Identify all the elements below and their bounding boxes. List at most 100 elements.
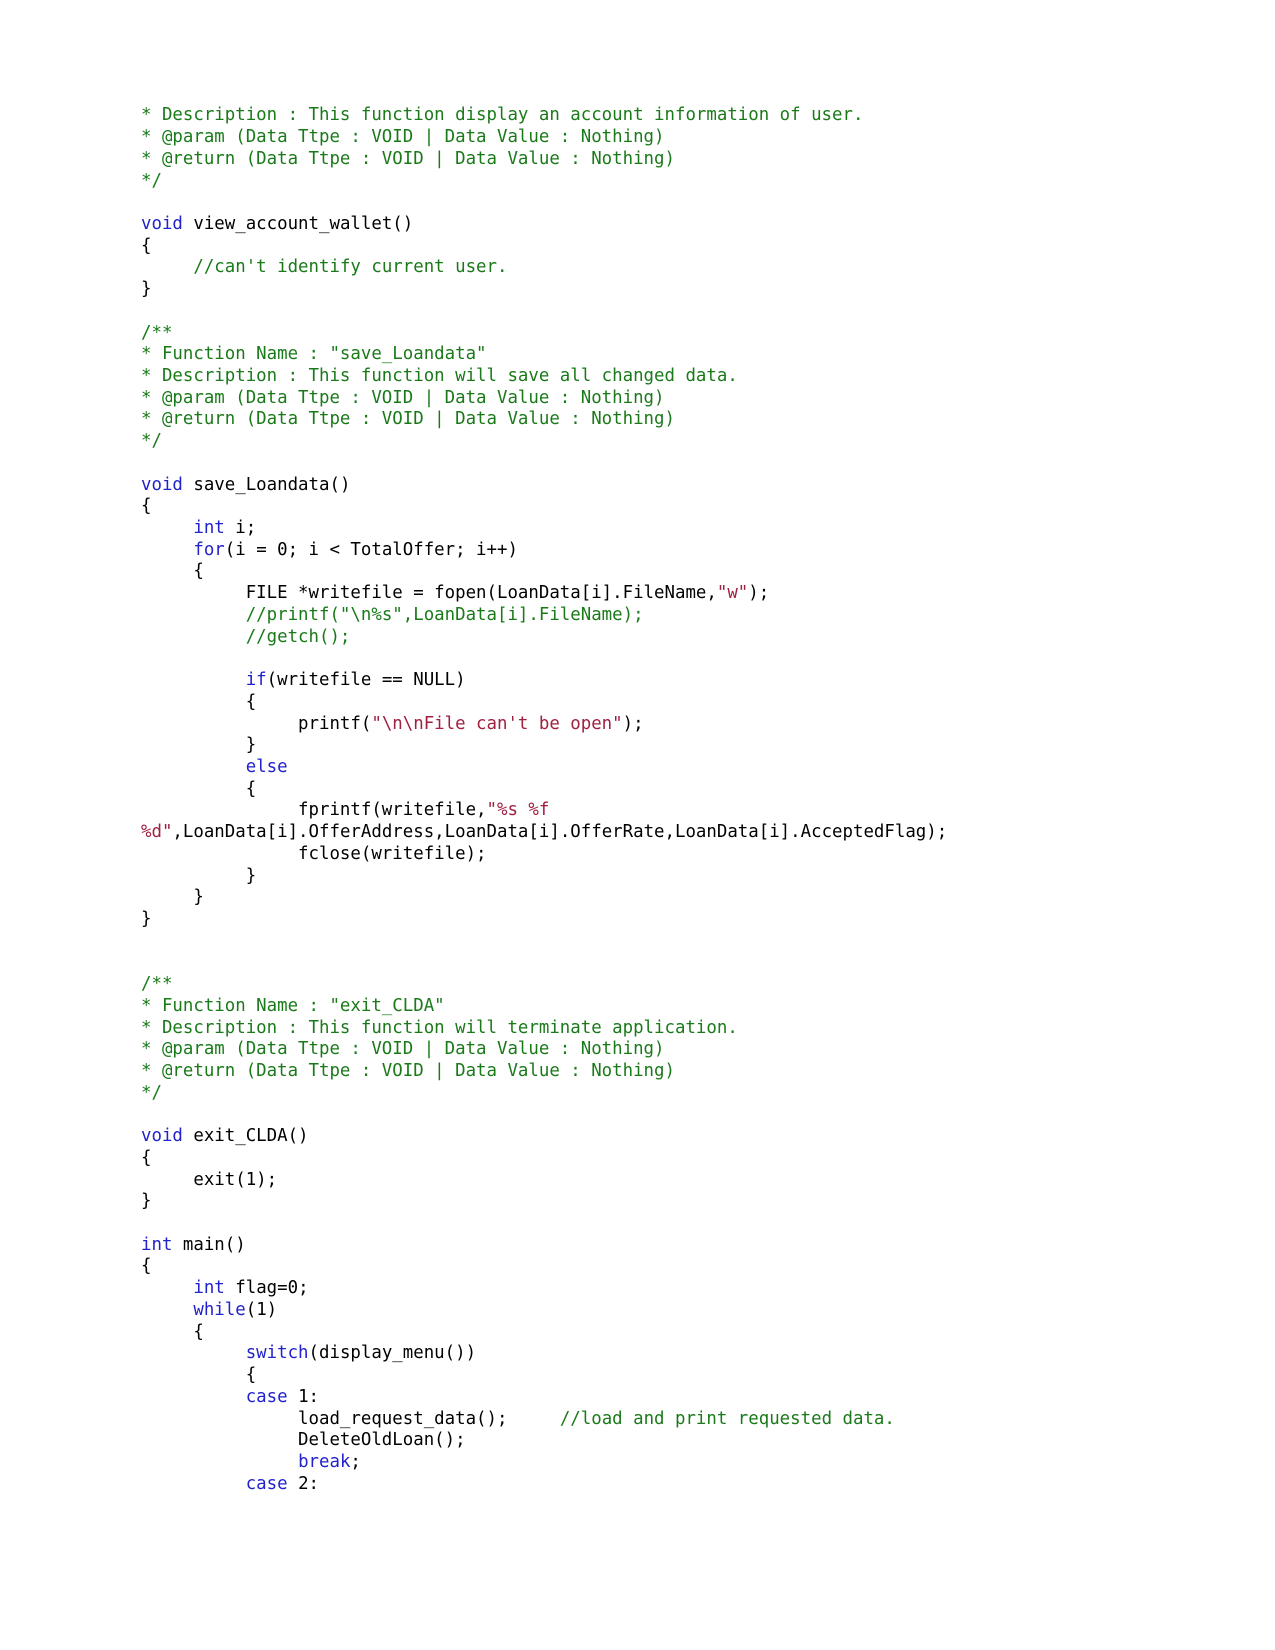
code-line: }: [141, 735, 1141, 757]
code-string: "w": [716, 583, 749, 604]
code-line: }: [141, 909, 1141, 931]
code-line: * Description : This function will save …: [141, 366, 1141, 388]
code-line: if(writefile == NULL): [141, 670, 1141, 692]
code-text: FILE *writefile = fopen(LoanData[i].File…: [141, 583, 717, 604]
code-line: {: [141, 1148, 1141, 1170]
code-line: else: [141, 757, 1141, 779]
code-text: }: [141, 887, 204, 908]
code-line: }: [141, 279, 1141, 301]
code-line: * Function Name : "save_Loandata": [141, 344, 1141, 366]
code-line: fclose(writefile);: [141, 844, 1141, 866]
code-text: fclose(writefile);: [141, 843, 487, 864]
code-line: * @return (Data Ttpe : VOID | Data Value…: [141, 1061, 1141, 1083]
code-text: );: [748, 583, 770, 604]
code-line: int i;: [141, 518, 1141, 540]
code-text: }: [141, 908, 152, 929]
code-line: }: [141, 866, 1141, 888]
code-keyword: void: [141, 1126, 183, 1147]
code-line: for(i = 0; i < TotalOffer; i++): [141, 540, 1141, 562]
code-comment: //printf("\n%s",LoanData[i].FileName);: [245, 604, 644, 625]
code-line: switch(display_menu()): [141, 1343, 1141, 1365]
code-comment: * @param (Data Ttpe : VOID | Data Value …: [141, 1039, 665, 1060]
code-text: }: [141, 1191, 152, 1212]
code-text: (i = 0; i < TotalOffer; i++): [224, 539, 518, 560]
code-line: FILE *writefile = fopen(LoanData[i].File…: [141, 583, 1141, 605]
code-text: DeleteOldLoan();: [141, 1430, 466, 1451]
code-text: 2:: [287, 1473, 320, 1494]
code-line: int flag=0;: [141, 1278, 1141, 1300]
code-keyword: break: [298, 1451, 351, 1472]
code-line: {: [141, 1256, 1141, 1278]
code-text: main(): [172, 1234, 246, 1255]
code-line: */: [141, 431, 1141, 453]
code-text: }: [141, 279, 152, 300]
code-line: {: [141, 561, 1141, 583]
code-comment: //load and print requested data.: [559, 1408, 895, 1429]
code-comment: //getch();: [245, 626, 351, 647]
code-comment: * @return (Data Ttpe : VOID | Data Value…: [141, 148, 675, 169]
code-line: ​: [141, 192, 1141, 214]
code-keyword: int: [193, 518, 225, 539]
code-line: }: [141, 1191, 1141, 1213]
code-keyword: void: [141, 213, 183, 234]
code-line: * @param (Data Ttpe : VOID | Data Value …: [141, 127, 1141, 149]
code-line: void save_Loandata(): [141, 475, 1141, 497]
code-comment: * Function Name : "save_Loandata": [141, 344, 487, 365]
code-line: ​: [141, 1104, 1141, 1126]
code-line: exit(1);: [141, 1170, 1141, 1192]
code-line: case 2:: [141, 1474, 1141, 1496]
code-comment: * @return (Data Ttpe : VOID | Data Value…: [141, 409, 675, 430]
code-comment: * Description : This function display an…: [141, 105, 864, 126]
code-text: {: [141, 561, 204, 582]
code-keyword: while: [193, 1299, 246, 1320]
code-line: printf("\n\nFile can't be open");: [141, 714, 1141, 736]
code-line: DeleteOldLoan();: [141, 1430, 1141, 1452]
code-line: /**: [141, 974, 1141, 996]
code-line: ​: [141, 648, 1141, 670]
code-text: (writefile == NULL): [266, 670, 466, 691]
code-comment: * Function Name : "exit_CLDA": [141, 995, 445, 1016]
code-line: * Function Name : "exit_CLDA": [141, 996, 1141, 1018]
code-text: {: [141, 496, 152, 517]
document-page: * Description : This function display an…: [0, 0, 1275, 1650]
code-line: * Description : This function will termi…: [141, 1018, 1141, 1040]
code-keyword: void: [141, 474, 183, 495]
code-text: );: [622, 713, 644, 734]
code-keyword: int: [193, 1278, 225, 1299]
code-keyword: switch: [245, 1343, 309, 1364]
code-text: {: [141, 1321, 204, 1342]
code-line: %d",LoanData[i].OfferAddress,LoanData[i]…: [141, 822, 1141, 844]
code-text: }: [141, 735, 257, 756]
code-line: ​: [141, 301, 1141, 323]
code-comment: //can't identify current user.: [193, 257, 508, 278]
code-comment: * @param (Data Ttpe : VOID | Data Value …: [141, 387, 665, 408]
code-line: //printf("\n%s",LoanData[i].FileName);: [141, 605, 1141, 627]
code-text: {: [141, 1256, 152, 1277]
code-text: ;: [350, 1451, 361, 1472]
code-text: {: [141, 1365, 257, 1386]
code-comment: /**: [141, 974, 173, 995]
code-line: {: [141, 236, 1141, 258]
code-line: {: [141, 692, 1141, 714]
code-line: fprintf(writefile,"%s %f: [141, 800, 1141, 822]
code-line: }: [141, 887, 1141, 909]
code-line: ​: [141, 952, 1141, 974]
code-comment: * Description : This function will save …: [141, 366, 738, 387]
code-line: void exit_CLDA(): [141, 1126, 1141, 1148]
code-line: int main(): [141, 1235, 1141, 1257]
code-text: (1): [245, 1299, 278, 1320]
code-text: fprintf(writefile,: [141, 800, 487, 821]
code-text: exit_CLDA(): [182, 1126, 309, 1147]
code-text: save_Loandata(): [182, 474, 351, 495]
code-line: {: [141, 779, 1141, 801]
code-line: */: [141, 1083, 1141, 1105]
